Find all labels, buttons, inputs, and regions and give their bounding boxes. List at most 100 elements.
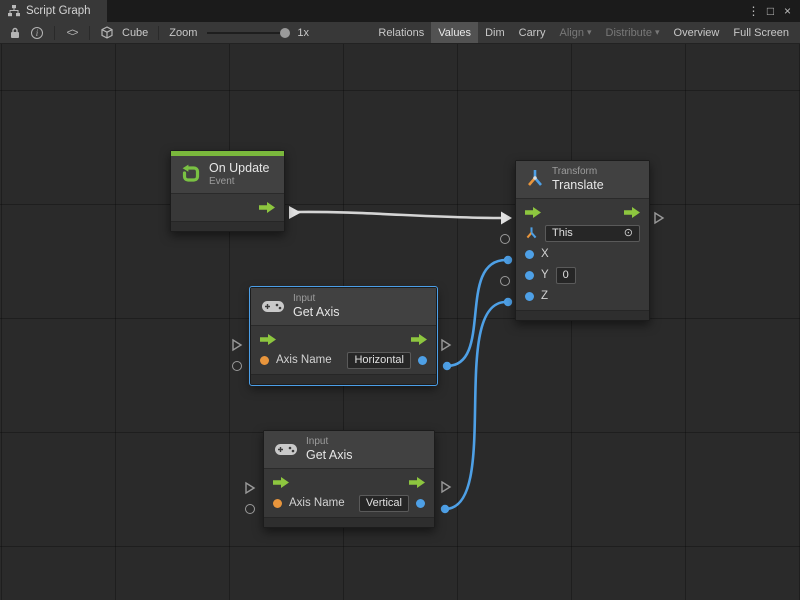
port-marker-translate-control-out[interactable] [653,211,665,225]
axis-name-label: Axis Name [276,354,332,366]
axis-name-field[interactable]: Vertical [359,495,409,512]
x-value-port[interactable] [525,250,534,259]
lock-icon[interactable] [4,23,26,43]
node-footer [516,310,649,320]
zoom-slider[interactable] [207,32,289,34]
port-marker-gah-control-in[interactable] [231,338,243,352]
wire-vertical-to-z [445,302,506,509]
wire-endpoint-dot[interactable] [441,505,449,513]
node-header[interactable]: Input Get Axis [251,288,436,326]
z-port-label: Z [541,290,548,302]
port-marker-gah-control-out[interactable] [440,338,452,352]
toolbar-separator [89,26,90,40]
wire-endpoint-dot[interactable] [504,256,512,264]
toolbar-button-values[interactable]: Values [431,22,478,43]
z-value-port[interactable] [525,292,534,301]
toolbar-button-align[interactable]: Align ▾ [553,22,599,43]
control-output-port[interactable] [259,202,275,213]
transform-mini-icon [525,226,538,241]
node-footer [171,221,284,231]
code-preview-icon[interactable]: <> [61,23,83,43]
control-input-port[interactable] [260,334,276,345]
chevron-down-icon: ▾ [655,27,660,38]
gamepad-icon [274,442,298,457]
chevron-down-icon: ▾ [587,27,592,38]
window-menu-icon[interactable]: ⋮ [745,0,762,22]
control-output-port[interactable] [409,477,425,488]
port-marker-gav-control-out[interactable] [440,480,452,494]
target-object-label[interactable]: Cube [118,27,152,39]
wire-onupdate-to-translate [296,212,502,218]
x-port-label: X [541,248,549,260]
graph-toolbar: i <> Cube Zoom 1x Relations Values Dim C… [0,22,800,44]
node-header[interactable]: Input Get Axis [264,431,434,469]
graph-icon [8,5,20,17]
node-get-axis-vertical[interactable]: Input Get Axis Axis Name Vertical [263,430,435,528]
result-output-port[interactable] [418,356,427,365]
cube-target-icon[interactable] [96,23,118,43]
toolbar-button-relations[interactable]: Relations [371,22,431,43]
zoom-label: Zoom [165,27,201,39]
port-marker-gav-control-in[interactable] [244,481,256,495]
axis-name-port[interactable] [273,499,282,508]
node-header[interactable]: Transform Translate [516,161,649,199]
node-title: Translate [552,178,604,193]
port-marker-translate-y[interactable] [500,276,510,286]
toolbar-button-dim[interactable]: Dim [478,22,512,43]
maximize-icon[interactable]: □ [762,0,779,22]
title-bar: Script Graph ⋮ □ × [0,0,800,22]
control-input-port[interactable] [273,477,289,488]
axis-name-port[interactable] [260,356,269,365]
control-input-port[interactable] [525,207,541,218]
toolbar-button-carry[interactable]: Carry [512,22,553,43]
on-update-loop-icon [181,164,201,184]
wire-horizontal-to-x [447,260,506,366]
control-output-port[interactable] [624,207,640,218]
node-footer [251,374,436,384]
y-port-label: Y [541,269,549,281]
zoom-value: 1x [297,27,309,39]
gamepad-icon [261,299,285,314]
toolbar-separator [54,26,55,40]
node-subtitle: Event [209,176,269,188]
node-translate[interactable]: Transform Translate This [515,160,650,321]
node-on-update[interactable]: On Update Event [170,150,285,232]
object-picker-icon[interactable]: ⊙ [624,226,633,241]
port-marker-gah-axis-name[interactable] [232,361,242,371]
node-subtitle: Transform [552,166,604,178]
port-marker-gav-axis-name[interactable] [245,504,255,514]
window-controls: ⋮ □ × [745,0,800,22]
wire-endpoint-dot[interactable] [504,298,512,306]
tab-script-graph[interactable]: Script Graph [0,0,107,22]
node-subtitle: Input [306,436,353,448]
node-get-axis-horizontal[interactable]: Input Get Axis Axis Name Horizontal [250,287,437,385]
control-output-port[interactable] [411,334,427,345]
axis-name-field[interactable]: Horizontal [347,352,411,369]
toolbar-separator [158,26,159,40]
y-value-port[interactable] [525,271,534,280]
toolbar-button-distribute[interactable]: Distribute ▾ [599,22,667,43]
control-output-arrowhead[interactable] [289,206,301,219]
graph-canvas[interactable]: On Update Event Transform Translat [0,44,800,600]
close-icon[interactable]: × [779,0,796,22]
transform-icon [526,168,544,190]
y-value-field[interactable]: 0 [556,267,576,284]
this-target-dropdown[interactable]: This ⊙ [545,225,640,242]
node-subtitle: Input [293,293,340,305]
node-footer [264,517,434,527]
toolbar-button-fullscreen[interactable]: Full Screen [726,22,796,43]
tab-label: Script Graph [26,5,91,17]
wire-endpoint-dot[interactable] [443,362,451,370]
node-header[interactable]: On Update Event [171,156,284,194]
toolbar-button-overview[interactable]: Overview [667,22,727,43]
toolbar-buttons: Relations Values Dim Carry Align ▾ Distr… [371,22,796,43]
zoom-slider-handle[interactable] [280,28,290,38]
node-title: On Update [209,161,269,176]
control-input-arrowhead[interactable] [501,212,512,225]
info-icon[interactable]: i [26,23,48,43]
axis-name-label: Axis Name [289,497,345,509]
node-title: Get Axis [306,448,353,463]
port-marker-translate-this[interactable] [500,234,510,244]
result-output-port[interactable] [416,499,425,508]
node-title: Get Axis [293,305,340,320]
